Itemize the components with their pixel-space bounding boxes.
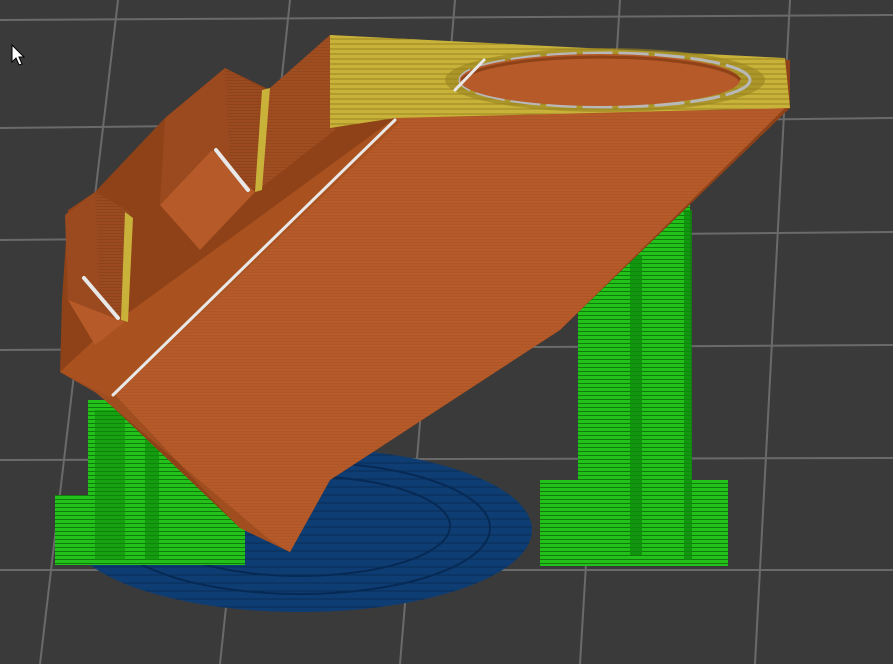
arrow-pointer-icon bbox=[11, 43, 26, 66]
grid-line bbox=[0, 14, 893, 21]
top-hole bbox=[445, 48, 765, 112]
scene-canvas[interactable] bbox=[0, 0, 893, 664]
3d-viewport[interactable] bbox=[0, 0, 893, 664]
